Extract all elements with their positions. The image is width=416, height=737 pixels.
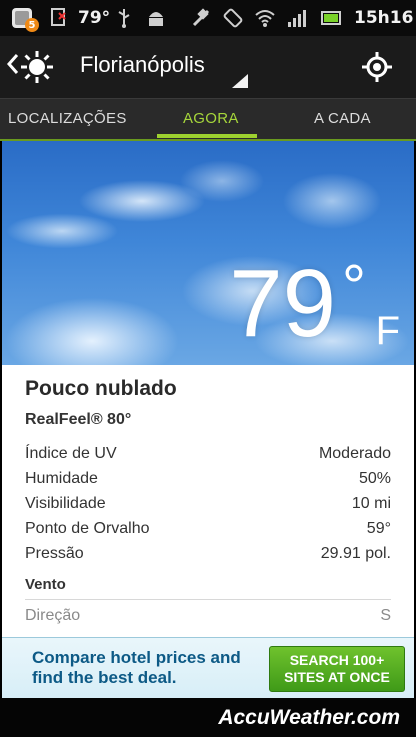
location-name[interactable]: Florianópolis (80, 52, 205, 78)
ad-search-button[interactable]: SEARCH 100+ SITES AT ONCE (269, 646, 405, 692)
footer-bar: AccuWeather.com (0, 698, 416, 737)
detail-value: 50% (358, 470, 391, 487)
weather-hero: 79 ° F (2, 141, 414, 365)
detail-row: Visibilidade 10 mi (25, 495, 391, 517)
detail-label: Humidade (25, 470, 98, 487)
notification-count-badge: 5 (25, 18, 39, 32)
detail-row: Ponto de Orvalho 59° (25, 520, 391, 542)
detail-label: Índice de UV (25, 445, 117, 462)
detail-label: Visibilidade (25, 495, 106, 512)
detail-label: Pressão (25, 545, 84, 562)
sun-icon[interactable] (20, 50, 54, 88)
rotate-icon (222, 0, 244, 36)
condition-text: Pouco nublado (25, 377, 177, 400)
tab-agora[interactable]: AGORA (183, 99, 239, 137)
dropdown-caret-icon[interactable] (232, 74, 248, 88)
detail-value: 59° (366, 520, 391, 537)
tab-localizacoes[interactable]: LOCALIZAÇÕES (8, 99, 127, 137)
detail-row: Pressão 29.91 pol. (25, 545, 391, 567)
detail-value: Moderado (318, 445, 391, 462)
gps-icon (190, 0, 212, 36)
wind-label: Direção (25, 607, 81, 624)
detail-value: 29.91 pol. (320, 545, 391, 562)
current-temperature: 79 (229, 250, 336, 357)
back-chevron-icon[interactable] (6, 52, 20, 80)
battery-icon (320, 0, 344, 36)
brand-logo: AccuWeather.com (218, 706, 400, 729)
ad-banner[interactable]: Compare hotel prices and find the best d… (2, 637, 414, 699)
detail-value: 10 mi (351, 495, 391, 512)
wifi-icon (254, 0, 276, 36)
degree-symbol: ° (342, 253, 366, 320)
signal-icon (286, 0, 310, 36)
wind-section-title: Vento (25, 576, 66, 593)
details-panel: Pouco nublado RealFeel® 80° Índice de UV… (2, 365, 414, 637)
section-divider (25, 599, 391, 600)
wind-row: Direção S (25, 607, 391, 629)
detail-label: Ponto de Orvalho (25, 520, 150, 537)
wind-value: S (380, 607, 391, 624)
status-bar: 5 79° 15h16 (0, 0, 416, 36)
realfeel-text: RealFeel® 80° (25, 411, 132, 428)
location-header: Florianópolis (0, 36, 416, 98)
detail-row: Humidade 50% (25, 470, 391, 492)
tab-a-cada-hora[interactable]: A CADA HORA (314, 99, 416, 167)
android-debug-icon (146, 0, 166, 36)
locate-icon[interactable] (362, 52, 392, 86)
detail-row: Índice de UV Moderado (25, 445, 391, 467)
status-temperature: 79° (78, 8, 111, 28)
active-tab-indicator (157, 134, 257, 138)
tab-bar: LOCALIZAÇÕES AGORA A CADA HORA (0, 98, 416, 167)
sim-missing-icon (50, 0, 68, 36)
ad-text[interactable]: Compare hotel prices and find the best d… (32, 648, 252, 688)
usb-icon (116, 0, 132, 36)
status-time: 15h16 (354, 8, 414, 28)
temperature-unit: F (375, 309, 400, 353)
